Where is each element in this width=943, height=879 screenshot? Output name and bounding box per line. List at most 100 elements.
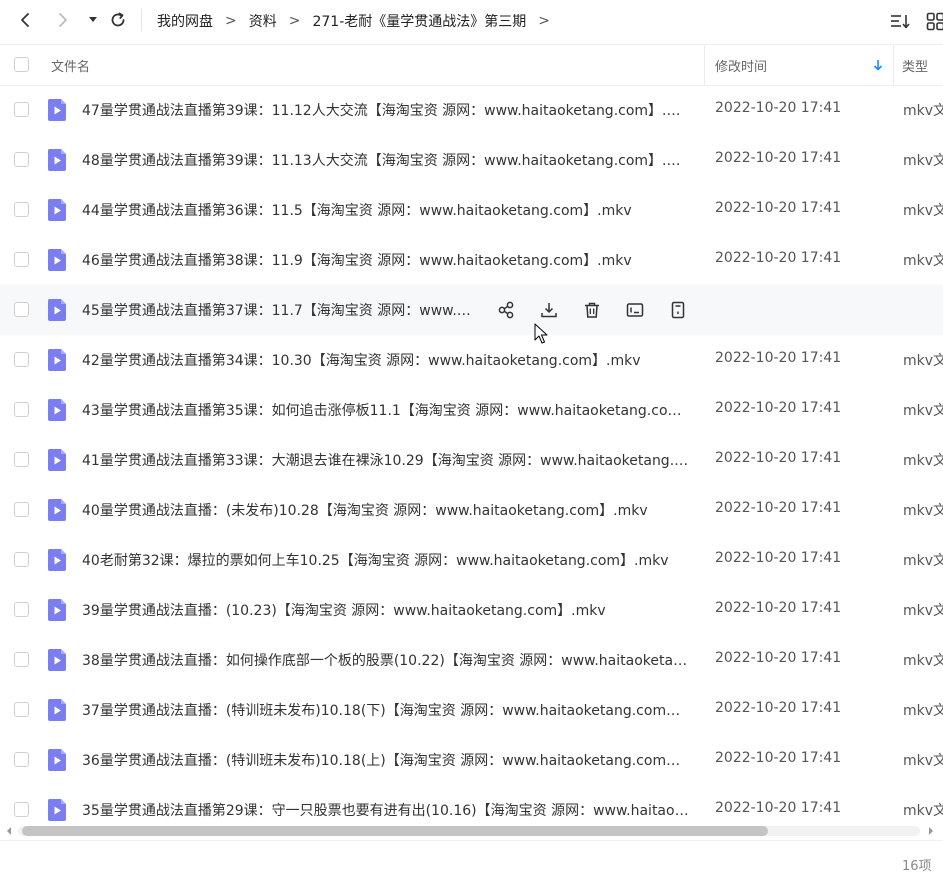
row-checkbox[interactable] — [14, 352, 29, 367]
file-row[interactable]: 42量学贯通战法直播第34课：10.30【海淘宝资 源网：www.haitaok… — [0, 335, 943, 385]
file-name[interactable]: 40老耐第32课：爆拉的票如何上车10.25【海淘宝资 源网：www.haita… — [82, 550, 692, 570]
file-type: mkv文件 — [903, 553, 943, 569]
file-row[interactable]: 37量学贯通战法直播：(特训班未发布)10.18(下)【海淘宝资 源网：www.… — [0, 685, 943, 735]
breadcrumb-item-root[interactable]: 我的网盘 — [157, 11, 213, 31]
file-row[interactable]: 41量学贯通战法直播第33课：大潮退去谁在裸泳10.29【海淘宝资 源网：www… — [0, 435, 943, 485]
grid-view-icon — [926, 12, 943, 30]
sort-descending-arrow-icon — [873, 60, 883, 71]
forward-button[interactable] — [50, 7, 76, 33]
breadcrumb-item-folder[interactable]: 资料 — [249, 11, 277, 31]
file-browser-window: 我的网盘 > 资料 > 271-老耐《量学贯通战法》第三期 > 文件名 修改时间… — [0, 0, 943, 879]
file-row[interactable]: 45量学贯通战法直播第37课：11.7【海淘宝资 源网：www.haitaoke… — [0, 285, 943, 335]
share-icon — [498, 301, 514, 319]
history-dropdown-button[interactable] — [80, 7, 106, 33]
file-modified-time: 2022-10-20 17:41 — [715, 700, 842, 716]
sort-order-button[interactable] — [889, 10, 911, 32]
row-checkbox[interactable] — [14, 802, 29, 817]
column-resize-handle[interactable] — [893, 45, 894, 85]
video-file-icon — [47, 199, 66, 221]
delete-button[interactable] — [580, 298, 604, 322]
file-list: 47量学贯通战法直播第39课：11.12人大交流【海淘宝资 源网：www.hai… — [0, 85, 943, 835]
refresh-button[interactable] — [105, 7, 131, 33]
file-name[interactable]: 38量学贯通战法直播：如何操作底部一个板的股票(10.22)【海淘宝资 源网：w… — [82, 650, 692, 670]
video-file-icon — [47, 549, 66, 571]
breadcrumb-item-current[interactable]: 271-老耐《量学贯通战法》第三期 — [312, 11, 526, 31]
file-modified-time: 2022-10-20 17:41 — [715, 400, 842, 416]
file-name[interactable]: 47量学贯通战法直播第39课：11.12人大交流【海淘宝资 源网：www.hai… — [82, 100, 692, 120]
file-modified-time: 2022-10-20 17:41 — [715, 500, 842, 516]
file-row[interactable]: 40量学贯通战法直播：(未发布)10.28【海淘宝资 源网：www.haitao… — [0, 485, 943, 535]
file-row[interactable]: 38量学贯通战法直播：如何操作底部一个板的股票(10.22)【海淘宝资 源网：w… — [0, 635, 943, 685]
scrollbar-thumb[interactable] — [22, 826, 768, 836]
file-row[interactable]: 44量学贯通战法直播第36课：11.5【海淘宝资 源网：www.haitaoke… — [0, 185, 943, 235]
download-button[interactable] — [537, 298, 561, 322]
file-type: mkv文件 — [903, 703, 943, 719]
item-count: 16项 — [902, 859, 932, 874]
grid-view-button[interactable] — [924, 10, 943, 32]
toolbar-divider — [141, 9, 142, 31]
rename-button[interactable] — [623, 298, 647, 322]
file-name[interactable]: 43量学贯通战法直播第35课：如何追击涨停板11.1【海淘宝资 源网：www.h… — [82, 400, 692, 420]
video-file-icon — [47, 699, 66, 721]
file-type: mkv文件 — [903, 503, 943, 519]
row-checkbox[interactable] — [14, 452, 29, 467]
row-checkbox[interactable] — [14, 152, 29, 167]
file-modified-time: 2022-10-20 17:41 — [715, 200, 842, 216]
file-name[interactable]: 48量学贯通战法直播第39课：11.13人大交流【海淘宝资 源网：www.hai… — [82, 150, 692, 170]
horizontal-scrollbar[interactable] — [0, 823, 943, 839]
column-header-name[interactable]: 文件名 — [51, 56, 90, 75]
row-checkbox[interactable] — [14, 202, 29, 217]
back-button[interactable] — [12, 7, 38, 33]
video-file-icon — [47, 149, 66, 171]
row-checkbox[interactable] — [14, 302, 29, 317]
file-row[interactable]: 39量学贯通战法直播：(10.23)【海淘宝资 源网：www.haitaoket… — [0, 585, 943, 635]
refresh-icon — [111, 12, 125, 27]
video-file-icon — [47, 249, 66, 271]
row-checkbox[interactable] — [14, 752, 29, 767]
row-checkbox[interactable] — [14, 502, 29, 517]
download-icon — [541, 303, 557, 318]
file-name[interactable]: 44量学贯通战法直播第36课：11.5【海淘宝资 源网：www.haitaoke… — [82, 200, 692, 220]
file-name[interactable]: 41量学贯通战法直播第33课：大潮退去谁在裸泳10.29【海淘宝资 源网：www… — [82, 450, 692, 470]
row-checkbox[interactable] — [14, 602, 29, 617]
scroll-left-arrow-icon[interactable] — [4, 826, 14, 836]
file-row[interactable]: 48量学贯通战法直播第39课：11.13人大交流【海淘宝资 源网：www.hai… — [0, 135, 943, 185]
file-row[interactable]: 36量学贯通战法直播：(特训班未发布)10.18(上)【海淘宝资 源网：www.… — [0, 735, 943, 785]
column-resize-handle[interactable] — [704, 45, 705, 85]
more-button[interactable] — [666, 298, 690, 322]
file-row[interactable]: 43量学贯通战法直播第35课：如何追击涨停板11.1【海淘宝资 源网：www.h… — [0, 385, 943, 435]
status-footer: 16项 — [0, 840, 943, 879]
video-file-icon — [47, 299, 66, 321]
row-checkbox[interactable] — [14, 252, 29, 267]
file-modified-time: 2022-10-20 17:41 — [715, 350, 842, 366]
select-all-checkbox[interactable] — [14, 57, 29, 72]
file-name[interactable]: 39量学贯通战法直播：(10.23)【海淘宝资 源网：www.haitaoket… — [82, 600, 692, 620]
row-checkbox[interactable] — [14, 552, 29, 567]
file-row[interactable]: 40老耐第32课：爆拉的票如何上车10.25【海淘宝资 源网：www.haita… — [0, 535, 943, 585]
column-header-modified-time[interactable]: 修改时间 — [715, 56, 767, 75]
column-header-type[interactable]: 类型 — [902, 56, 928, 75]
file-name[interactable]: 45量学贯通战法直播第37课：11.7【海淘宝资 源网：www.haitaoke… — [82, 300, 475, 320]
scroll-right-arrow-icon[interactable] — [926, 826, 936, 836]
breadcrumb-separator: > — [538, 13, 550, 29]
breadcrumb-separator: > — [225, 13, 237, 29]
file-name[interactable]: 42量学贯通战法直播第34课：10.30【海淘宝资 源网：www.haitaok… — [82, 350, 692, 370]
row-checkbox[interactable] — [14, 702, 29, 717]
file-name[interactable]: 36量学贯通战法直播：(特训班未发布)10.18(上)【海淘宝资 源网：www.… — [82, 750, 692, 770]
file-row[interactable]: 46量学贯通战法直播第38课：11.9【海淘宝资 源网：www.haitaoke… — [0, 235, 943, 285]
file-name[interactable]: 37量学贯通战法直播：(特训班未发布)10.18(下)【海淘宝资 源网：www.… — [82, 700, 692, 720]
file-modified-time: 2022-10-20 17:41 — [715, 550, 842, 566]
caret-down-icon — [89, 17, 97, 22]
row-checkbox[interactable] — [14, 652, 29, 667]
file-row[interactable]: 47量学贯通战法直播第39课：11.12人大交流【海淘宝资 源网：www.hai… — [0, 85, 943, 135]
file-modified-time: 2022-10-20 17:41 — [715, 750, 842, 766]
row-checkbox[interactable] — [14, 102, 29, 117]
share-button[interactable] — [494, 298, 518, 322]
file-name[interactable]: 46量学贯通战法直播第38课：11.9【海淘宝资 源网：www.haitaoke… — [82, 250, 692, 270]
video-file-icon — [47, 399, 66, 421]
file-name[interactable]: 35量学贯通战法直播第29课：守一只股票也要有进有出(10.16)【海淘宝资 源… — [82, 800, 692, 820]
file-name[interactable]: 40量学贯通战法直播：(未发布)10.28【海淘宝资 源网：www.haitao… — [82, 500, 692, 520]
file-type: mkv文件 — [903, 753, 943, 769]
file-modified-time: 2022-10-20 17:41 — [715, 150, 842, 166]
row-checkbox[interactable] — [14, 402, 29, 417]
